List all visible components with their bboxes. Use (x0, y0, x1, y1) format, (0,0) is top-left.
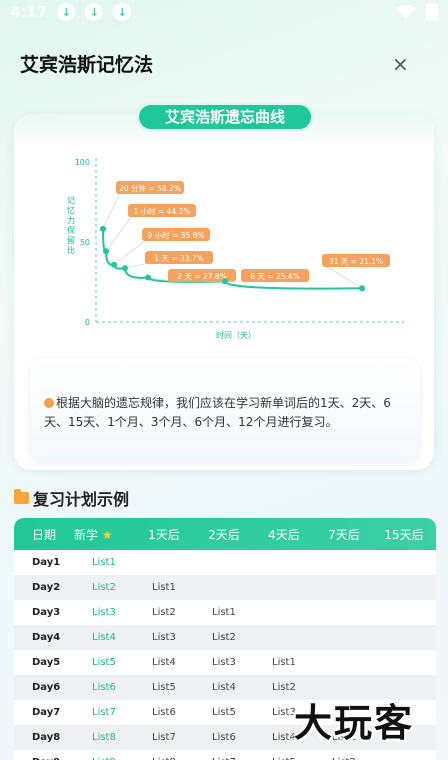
day-cell: Day6 (32, 682, 61, 693)
y-tick-label: 100 (75, 158, 90, 167)
list-cell: List7 (92, 707, 116, 718)
label-leader (124, 262, 150, 269)
data-label: 6 天 = 25.4% (250, 272, 300, 281)
list-cell: List1 (152, 582, 176, 593)
data-label: 2 天 = 27.8% (177, 272, 227, 281)
star-icon: ★ (101, 527, 113, 542)
label-leader (113, 239, 147, 266)
list-cell: List5 (152, 682, 176, 693)
list-cell: List5 (92, 657, 116, 668)
curve-title: 艾宾浩斯遗忘曲线 (136, 102, 314, 132)
y-tick-label: 50 (80, 238, 90, 247)
list-cell: List6 (152, 707, 176, 718)
table-row: Day1 List1 (14, 550, 436, 575)
x-axis-label: 时间（天） (216, 330, 256, 340)
data-label: 1 天 = 33.7% (154, 254, 204, 263)
data-point (103, 248, 109, 255)
list-cell: List6 (92, 682, 116, 693)
header-cell: 4天后 (268, 527, 300, 542)
header-cell: 日期 (32, 527, 57, 542)
list-cell: List3 (92, 607, 116, 618)
day-cell: Day5 (32, 657, 61, 668)
header-cell: 1天后 (148, 527, 180, 542)
tip-text: 根据大脑的遗忘规律，我们应该在学习新单词后的1天、2天、6天、15天、1个月、3… (44, 396, 391, 429)
list-cell: List8 (92, 732, 116, 743)
header-cell: 新学 ★ (74, 526, 134, 543)
list-cell: List3 (212, 657, 236, 668)
header-cell: 15天后 (384, 527, 424, 542)
data-point (222, 278, 228, 285)
list-cell: List2 (212, 632, 236, 643)
list-cell: List4 (92, 632, 116, 643)
data-point (359, 285, 365, 292)
table-row: Day3 List3 List2 List1 (14, 600, 436, 625)
list-cell: List1 (92, 557, 116, 568)
section-header: 复习计划示例 (14, 486, 129, 510)
day-cell: Day1 (32, 557, 61, 568)
table-row: Day2 List2 List1 (14, 575, 436, 600)
table-header: 日期 新学 ★ 1天后 2天后 4天后 7天后 15天后 (14, 518, 436, 550)
day-cell: Day8 (32, 732, 61, 743)
header-cell: 2天后 (208, 527, 240, 542)
data-label: 9 小时 = 35.8% (147, 230, 204, 240)
day-cell: Day4 (32, 632, 61, 643)
list-cell: List2 (152, 607, 176, 618)
label-leader (325, 265, 363, 289)
data-label: 31 天 = 21.1% (329, 257, 383, 266)
list-cell: List6 (212, 732, 236, 743)
list-cell: List2 (92, 582, 116, 593)
section-title: 复习计划示例 (33, 490, 130, 509)
watermark-logo: 大玩客 (294, 701, 415, 745)
list-cell: List3 (152, 632, 176, 643)
data-point (145, 274, 151, 281)
list-cell: List7 (152, 732, 176, 743)
day-cell: Day7 (32, 707, 61, 718)
bullet-icon (44, 398, 54, 408)
day-cell: Day3 (32, 607, 61, 618)
table-row: Day4 List4 List3 List2 (14, 625, 436, 650)
folder-icon (14, 489, 29, 504)
forgetting-curve-chart: 0 50 100 记忆力保留比时间（天） 20 分钟 = 58.2% 1 小时 = 44.… (67, 158, 404, 340)
data-label: 20 分钟 = 58.2% (119, 183, 181, 193)
list-cell: List1 (272, 657, 296, 668)
data-point (100, 225, 106, 232)
data-point (122, 265, 128, 272)
label-leader (105, 215, 133, 252)
list-cell: List1 (212, 607, 236, 618)
label-leader (102, 192, 121, 230)
header-cell-text: 新学 (74, 527, 99, 542)
tip-box: 根据大脑的遗忘规律，我们应该在学习新单词后的1天、2天、6天、15天、1个月、3… (30, 358, 420, 462)
day-cell: Day2 (32, 582, 61, 593)
header-cell: 7天后 (328, 527, 360, 542)
data-label: 1 小时 = 44.2% (133, 206, 190, 216)
list-cell: List5 (212, 707, 236, 718)
y-axis-label: 记忆力保留比 (67, 196, 76, 256)
y-tick-label: 0 (85, 318, 90, 327)
list-cell: List4 (212, 682, 236, 693)
data-point (111, 261, 117, 268)
list-cell: List4 (152, 657, 176, 668)
table-row: Day5 List5 List4 List3 List1 (14, 650, 436, 675)
table-row: Day9List9List8List7List5List2 (14, 750, 436, 760)
